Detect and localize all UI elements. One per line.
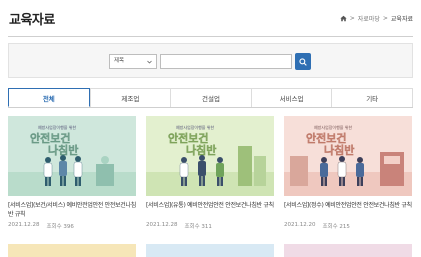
card-thumbnail[interactable] (284, 244, 412, 257)
card-grid: 예방사업장이행을 위한 안전보건 나침반 [서비스업](보건/서비스) 예비안전… (8, 116, 413, 230)
breadcrumb-item-resources[interactable]: 자료마당 (358, 14, 380, 23)
breadcrumb-sep: > (349, 15, 355, 22)
thumb-heading-line1: 안전보건 (306, 131, 346, 145)
card-thumbnail[interactable]: 예방사업장이행을 위한 안전보건 나침반 (8, 116, 136, 196)
thumb-heading-line1: 안전보건 (168, 131, 208, 145)
tab-service[interactable]: 서비스업 (250, 88, 332, 107)
card-meta: 2021.12.28 조회수 396 (8, 222, 136, 230)
card-thumbnail[interactable] (146, 244, 274, 257)
tab-manufacturing[interactable]: 제조업 (89, 88, 171, 107)
search-category-value: 제목 (114, 58, 125, 64)
card-grid-next-row (8, 244, 413, 257)
page-title: 교육자료 (9, 13, 55, 28)
thumb-heading-line2: 나침반 (48, 143, 78, 157)
category-tabs: 전체 제조업 건설업 서비스업 기타 (8, 88, 413, 108)
breadcrumb-item-current: 교육자료 (390, 16, 413, 23)
card-views: 조회수 215 (322, 224, 350, 230)
card-title[interactable]: [서비스업](보건/서비스) 예비안전업안전 안전보건나침반 규칙 (8, 201, 136, 219)
thumb-heading-line2: 나침반 (324, 143, 354, 157)
card-views: 조회수 396 (46, 224, 74, 230)
card-meta: 2021.12.20 조회수 215 (284, 222, 412, 230)
list-item[interactable]: 예방사업장이행을 위한 안전보건 나침반 [서비스업](정수) 예비안전업안전 … (284, 116, 412, 230)
card-thumbnail[interactable]: 예방사업장이행을 위한 안전보건 나침반 (146, 116, 274, 196)
card-date: 2021.12.28 (8, 222, 40, 228)
search-category-select[interactable]: 제목 (109, 54, 157, 69)
thumbnail-illustration: 예방사업장이행을 위한 안전보건 나침반 (146, 124, 274, 196)
search-icon (299, 57, 307, 66)
search-input[interactable] (160, 54, 292, 69)
card-thumbnail[interactable] (8, 244, 136, 257)
thumb-heading-line2: 나침반 (186, 143, 216, 157)
card-date: 2021.12.20 (284, 222, 316, 228)
thumb-caption: 예방사업장이행을 위한 (38, 124, 76, 130)
card-title[interactable]: [서비스업](유통) 예비안전업안전 안전보건나침반 규칙 (146, 201, 274, 219)
tab-construction[interactable]: 건설업 (170, 88, 251, 107)
card-date: 2021.12.28 (146, 222, 178, 228)
card-title[interactable]: [서비스업](정수) 예비안전업안전 안전보건나침반 규칙 (284, 201, 412, 219)
list-item[interactable]: 예방사업장이행을 위한 안전보건 나침반 [서비스업](유통) 예비안전업안전 … (146, 116, 274, 230)
chevron-down-icon (147, 60, 152, 64)
list-item[interactable]: 예방사업장이행을 위한 안전보건 나침반 [서비스업](보건/서비스) 예비안전… (8, 116, 136, 230)
thumb-caption: 예방사업장이행을 위한 (176, 124, 214, 130)
thumbnail-illustration: 예방사업장이행을 위한 안전보건 나침반 (8, 124, 136, 196)
search-panel: 제목 (8, 43, 413, 78)
breadcrumb: > 자료마당 > 교육자료 (340, 14, 413, 23)
card-thumbnail[interactable]: 예방사업장이행을 위한 안전보건 나침반 (284, 116, 412, 196)
breadcrumb-sep: > (382, 15, 388, 22)
thumb-heading-line1: 안전보건 (30, 131, 70, 145)
title-divider (8, 36, 413, 37)
tab-all[interactable]: 전체 (8, 88, 90, 107)
thumb-caption: 예방사업장이행을 위한 (314, 124, 352, 130)
tab-other[interactable]: 기타 (331, 88, 413, 107)
thumbnail-illustration: 예방사업장이행을 위한 안전보건 나침반 (284, 124, 412, 196)
search-button[interactable] (295, 53, 311, 70)
card-meta: 2021.12.28 조회수 311 (146, 222, 274, 230)
home-icon[interactable] (340, 15, 347, 22)
card-views: 조회수 311 (184, 224, 212, 230)
